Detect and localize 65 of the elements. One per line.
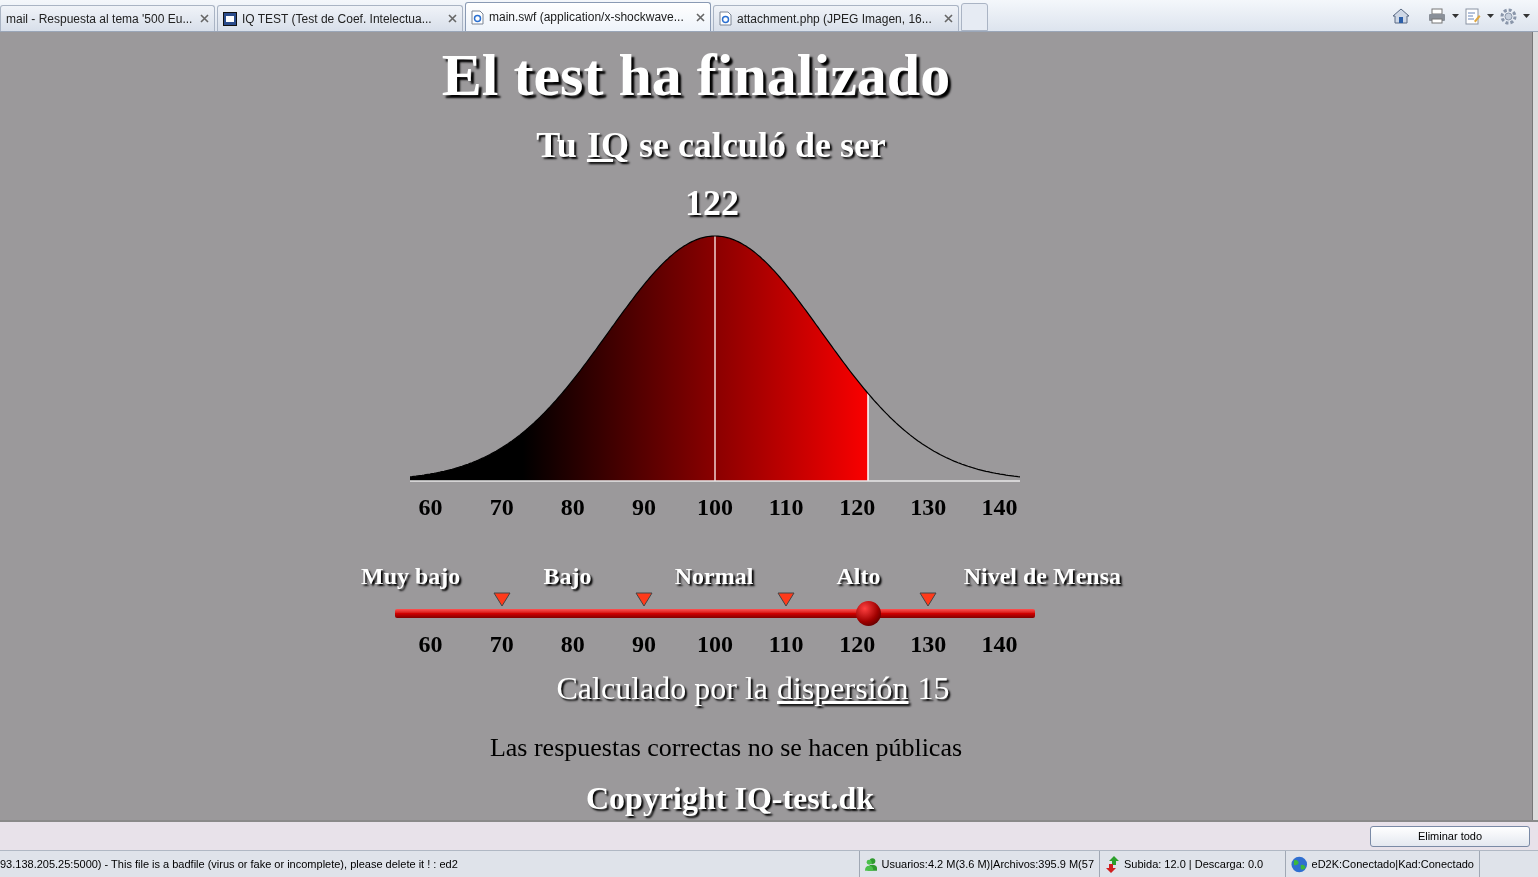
scale-label: 110	[767, 630, 805, 659]
browser-tab[interactable]: attachment.php (JPEG Imagen, 16...	[713, 5, 959, 31]
marker-icon	[492, 592, 511, 607]
range-label: Muy bajo	[361, 562, 461, 591]
marker-icon	[919, 592, 938, 607]
home-icon[interactable]	[1392, 8, 1410, 24]
scale-label: 130	[909, 630, 948, 659]
users-icon	[865, 856, 878, 872]
status-message: 93.138.205.25:5000) - This file is a badfile (virus or fake or incomplete), please delete it ! : ed2	[0, 856, 458, 872]
caret-icon[interactable]	[1487, 14, 1494, 18]
caret-icon[interactable]	[1523, 14, 1530, 18]
axis-label: 60	[417, 493, 444, 522]
subtitle-text: Tu	[536, 124, 577, 167]
browser-tab[interactable]: main.swf (application/x-shockwave...	[465, 2, 711, 31]
tab-title: attachment.php (JPEG Imagen, 16...	[737, 10, 933, 28]
axis-label: 80	[559, 493, 586, 522]
scale-label: 120	[838, 630, 877, 659]
scale-label: 100	[696, 630, 734, 659]
scale-label: 70	[488, 630, 515, 659]
axis-label: 130	[909, 493, 948, 522]
network-status: eD2K:Conectado|Kad:Conectado	[1311, 856, 1474, 872]
transfer-status: Subida: 12.0 | Descarga: 0.0	[1124, 856, 1264, 872]
tab-title: mail - Respuesta al tema '500 Eu...	[6, 10, 194, 28]
close-icon[interactable]	[944, 14, 953, 23]
caret-icon[interactable]	[1452, 14, 1459, 18]
close-icon[interactable]	[696, 12, 705, 22]
browser-tab[interactable]: mail - Respuesta al tema '500 Eu...	[0, 5, 215, 31]
iq-score: 122	[685, 182, 739, 225]
page-title: El test ha finalizado	[441, 45, 951, 105]
range-label: Bajo	[543, 562, 592, 591]
dispersion-text: Calculado por la	[556, 669, 768, 708]
notice-text: Las respuestas correctas no se hacen públicas	[489, 731, 963, 764]
subtitle-text: se calculó de ser	[638, 124, 886, 167]
site-icon	[223, 11, 237, 26]
settings-icon[interactable]	[1500, 7, 1517, 25]
marker-icon	[634, 592, 653, 607]
axis-label: 90	[630, 493, 657, 522]
up-down-arrows-icon	[1105, 855, 1120, 873]
scale-label: 140	[980, 630, 1019, 659]
close-icon[interactable]	[200, 14, 209, 23]
clear-all-button[interactable]: Eliminar todo	[1370, 825, 1530, 847]
scale-label: 60	[417, 630, 444, 659]
range-label: Alto	[836, 562, 881, 591]
slider-thumb[interactable]	[855, 601, 881, 626]
copyright-text: Copyright IQ-test.dk	[586, 779, 874, 818]
axis-label: 120	[838, 493, 877, 522]
page-icon	[719, 11, 732, 26]
users-status: Usuarios:4.2 M(3.6 M)|Archivos:395.9 M(57	[881, 856, 1094, 872]
range-label: Normal	[674, 562, 754, 591]
dispersion-value: 15	[917, 669, 950, 708]
tab-title: IQ TEST (Test de Coef. Intelectua...	[242, 10, 433, 28]
page-icon	[471, 9, 484, 25]
scale-label: 90	[630, 630, 657, 659]
axis-label: 140	[980, 493, 1019, 522]
axis-label: 70	[488, 493, 515, 522]
close-icon[interactable]	[448, 14, 457, 23]
browser-tab[interactable]: IQ TEST (Test de Coef. Intelectua...	[217, 5, 463, 31]
axis-label: 100	[696, 493, 734, 522]
axis-label: 110	[767, 493, 805, 522]
globe-icon	[1291, 855, 1308, 873]
tab-title: main.swf (application/x-shockwave...	[489, 9, 685, 26]
range-label: Nivel de Mensa	[963, 562, 1121, 591]
printer-icon[interactable]	[1428, 8, 1446, 24]
marker-icon	[777, 592, 796, 607]
scale-label: 80	[559, 630, 586, 659]
